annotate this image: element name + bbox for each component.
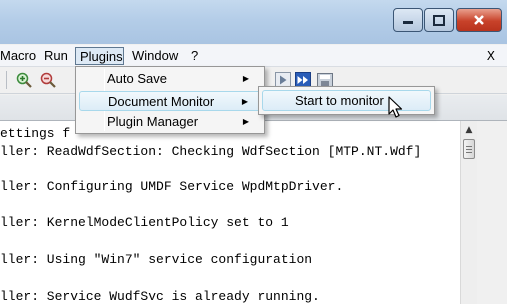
menu-item-label: Plugin Manager: [107, 114, 199, 129]
menu-item-auto-save[interactable]: Auto Save ▶: [79, 69, 261, 89]
menu-macro[interactable]: Macro: [0, 47, 36, 65]
zoom-out-icon[interactable]: [40, 72, 56, 88]
editor-line: ller: Configuring UMDF Service WpdMtpDri…: [0, 179, 344, 194]
editor-line: ller: KernelModeClientPolicy set to 1: [0, 215, 289, 230]
title-bar: [0, 0, 507, 44]
menu-bar: Macro Run Plugins Window ? X: [0, 45, 507, 67]
minimize-icon: [403, 21, 413, 24]
close-icon: [474, 15, 484, 25]
menu-item-label: Start to monitor: [295, 93, 384, 108]
editor-line: ller: Service WudfSvc is already running…: [0, 289, 320, 304]
scroll-up-icon[interactable]: ▲: [462, 123, 476, 137]
document-monitor-submenu: Start to monitor: [258, 86, 435, 115]
editor-line: ller: Using "Win7" service configuration: [0, 252, 313, 267]
menu-item-document-monitor[interactable]: Document Monitor ▶: [79, 91, 261, 111]
plugins-menu: Auto Save ▶ Document Monitor ▶ Plugin Ma…: [75, 66, 265, 134]
submenu-arrow-icon: ▶: [242, 74, 249, 83]
toolbar-separator: [6, 71, 7, 89]
window-frame-edge: [477, 121, 507, 304]
grip-line: [466, 152, 472, 153]
maximize-button[interactable]: [424, 8, 454, 32]
vertical-scrollbar[interactable]: ▲: [460, 121, 477, 304]
submenu-arrow-icon: ▶: [241, 97, 248, 106]
close-button[interactable]: [456, 8, 502, 32]
menu-plugins[interactable]: Plugins: [75, 47, 124, 65]
submenu-arrow-icon: ▶: [242, 117, 249, 126]
menu-window[interactable]: Window: [132, 47, 178, 65]
text-editor[interactable]: ettings f ller: ReadWdfSection: Checking…: [0, 121, 460, 304]
editor-line: ettings f: [0, 126, 71, 141]
grip-line: [466, 146, 472, 147]
menu-item-start-to-monitor[interactable]: Start to monitor: [262, 90, 431, 111]
menu-help[interactable]: ?: [191, 47, 198, 65]
minimize-button[interactable]: [393, 8, 423, 32]
menu-item-plugin-manager[interactable]: Plugin Manager ▶: [79, 112, 261, 132]
mouse-pointer-icon: [388, 96, 403, 118]
maximize-icon: [433, 14, 445, 26]
zoom-in-icon[interactable]: [16, 72, 32, 88]
menu-run[interactable]: Run: [44, 47, 68, 65]
scrollbar-thumb[interactable]: [463, 139, 475, 159]
menu-item-label: Auto Save: [107, 71, 167, 86]
editor-line: ller: ReadWdfSection: Checking WdfSectio…: [0, 144, 422, 159]
menu-item-label: Document Monitor: [108, 94, 215, 109]
grip-line: [466, 149, 472, 150]
close-document-button[interactable]: X: [487, 47, 495, 65]
